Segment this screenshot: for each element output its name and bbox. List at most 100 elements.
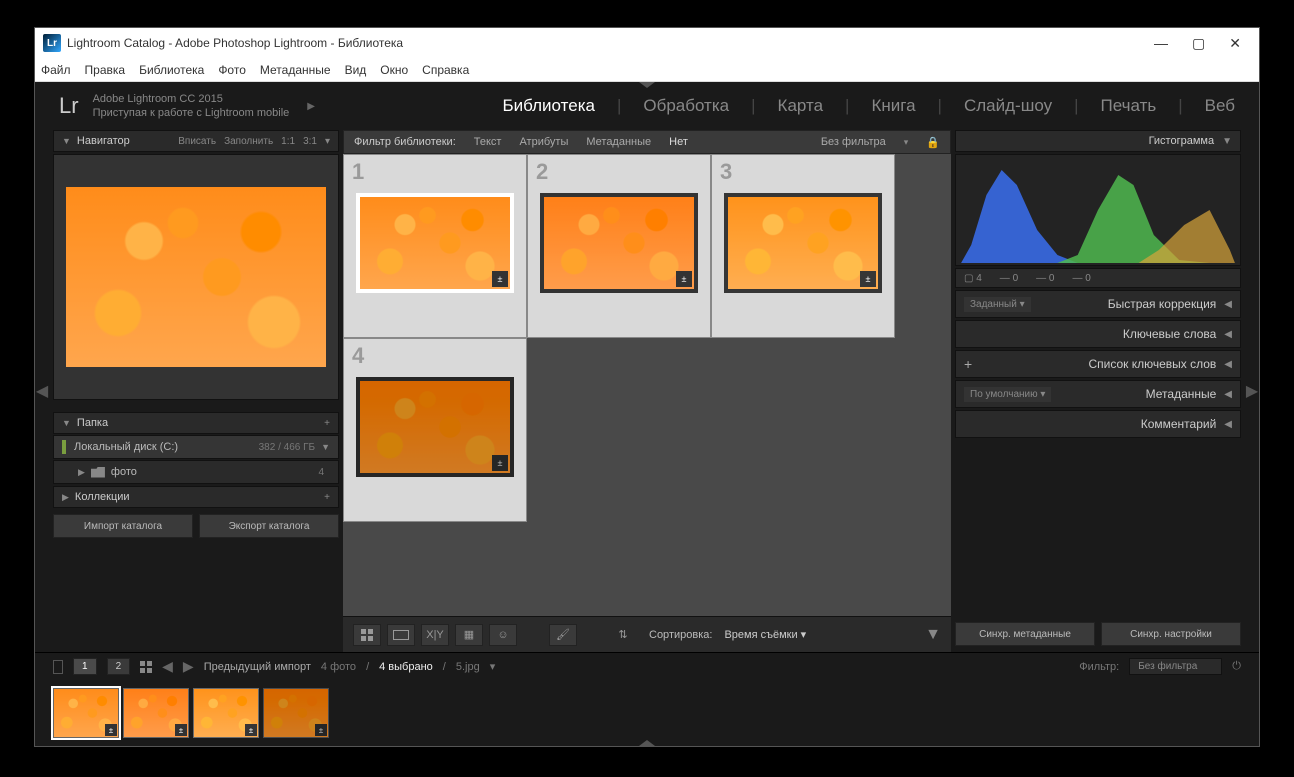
menu-help[interactable]: Справка — [422, 63, 469, 77]
sync-metadata-button[interactable]: Синхр. метаданные — [955, 622, 1095, 646]
thumbnail-image[interactable]: ± — [356, 377, 514, 477]
window-1-button[interactable]: 1 — [73, 658, 97, 675]
develop-badge-icon: ± — [105, 724, 117, 736]
chevron-down-icon[interactable]: ▾ — [904, 137, 909, 148]
prev-arrow-icon[interactable]: ◀ — [162, 658, 173, 675]
cell-index: 2 — [536, 159, 548, 185]
add-folder-icon[interactable]: + — [324, 418, 330, 429]
histogram[interactable] — [955, 154, 1241, 266]
filmstrip-thumb[interactable]: ± — [263, 688, 329, 738]
thumbnail-image[interactable]: ± — [356, 193, 514, 293]
thumbnail-grid[interactable]: 1 ± 2 ± 3 ± 4 ± — [343, 154, 951, 616]
right-panel-toggle-icon[interactable]: ▶ — [1245, 130, 1259, 652]
navigator-header[interactable]: ▼ Навигатор Вписать Заполнить 1:1 3:1 ▾ — [53, 130, 339, 152]
grid-view-button[interactable] — [353, 624, 381, 646]
histogram-stats: ▢ 4 — 0 — 0 — 0 — [955, 268, 1241, 288]
filmstrip-thumb[interactable]: ± — [53, 688, 119, 738]
sort-direction-button[interactable]: ⇅ — [609, 624, 637, 646]
module-book[interactable]: Книга — [871, 92, 915, 120]
filter-none[interactable]: Нет — [669, 136, 688, 148]
filmstrip[interactable]: ± ± ± ± — [35, 680, 1259, 746]
quick-develop-title: Быстрая коррекция — [1108, 297, 1217, 311]
filmstrip-thumb[interactable]: ± — [193, 688, 259, 738]
painter-button[interactable]: 🖌 — [549, 624, 577, 646]
folder-row[interactable]: ▶ фото 4 — [53, 460, 339, 484]
window-2-button[interactable]: 2 — [107, 658, 131, 675]
thumbnail-image[interactable]: ± — [724, 193, 882, 293]
filter-text[interactable]: Текст — [474, 136, 502, 148]
folder-name: фото — [111, 466, 137, 478]
import-catalog-button[interactable]: Импорт каталога — [53, 514, 193, 538]
collapse-icon: ▼ — [62, 136, 71, 146]
quick-preset-dropdown[interactable]: Заданный ▾ — [964, 297, 1031, 312]
second-window-icon[interactable] — [53, 660, 63, 674]
module-map[interactable]: Карта — [778, 92, 824, 120]
play-icon[interactable]: ▶ — [307, 101, 315, 112]
module-library[interactable]: Библиотека — [503, 92, 595, 120]
nav-fit[interactable]: Вписать — [178, 136, 216, 147]
menu-window[interactable]: Окно — [380, 63, 408, 77]
source-label[interactable]: Предыдущий импорт — [204, 661, 311, 673]
metadata-preset-dropdown[interactable]: По умолчанию ▾ — [964, 387, 1051, 402]
expand-icon[interactable]: ▶ — [78, 467, 85, 478]
loupe-view-button[interactable] — [387, 624, 415, 646]
menu-metadata[interactable]: Метаданные — [260, 63, 331, 77]
grid-cell[interactable]: 4 ± — [343, 338, 527, 522]
grid-cell[interactable]: 3 ± — [711, 154, 895, 338]
histogram-header[interactable]: Гистограмма ▼ — [955, 130, 1241, 152]
survey-view-button[interactable]: ▦ — [455, 624, 483, 646]
compare-view-button[interactable]: X|Y — [421, 624, 449, 646]
menu-file[interactable]: Файл — [41, 63, 71, 77]
sync-settings-button[interactable]: Синхр. настройки — [1101, 622, 1241, 646]
navigator-preview[interactable] — [53, 154, 339, 400]
grid-cell[interactable]: 2 ± — [527, 154, 711, 338]
left-panel-toggle-icon[interactable]: ◀ — [35, 130, 49, 652]
menu-edit[interactable]: Правка — [85, 63, 126, 77]
module-develop[interactable]: Обработка — [643, 92, 729, 120]
sort-dropdown[interactable]: Время съёмки ▾ — [724, 628, 806, 641]
close-button[interactable]: ✕ — [1229, 35, 1241, 52]
nav-ratio-menu-icon[interactable]: ▾ — [325, 136, 330, 147]
grid-cell[interactable]: 1 ± — [343, 154, 527, 338]
filter-switch-icon[interactable]: ⏻ — [1232, 660, 1241, 673]
volume-row[interactable]: Локальный диск (C:) 382 / 466 ГБ ▼ — [53, 435, 339, 459]
bottom-panel-toggle-icon[interactable] — [639, 740, 655, 746]
quick-develop-header[interactable]: Заданный ▾ Быстрая коррекция ◀ — [955, 290, 1241, 318]
keyword-list-header[interactable]: + Список ключевых слов ◀ — [955, 350, 1241, 378]
minimize-button[interactable]: — — [1154, 35, 1168, 52]
filter-metadata[interactable]: Метаданные — [586, 136, 651, 148]
module-slideshow[interactable]: Слайд-шоу — [964, 92, 1052, 120]
filter-attributes[interactable]: Атрибуты — [519, 136, 568, 148]
menu-library[interactable]: Библиотека — [139, 63, 204, 77]
chevron-down-icon[interactable]: ▼ — [321, 442, 330, 452]
nav-fill[interactable]: Заполнить — [224, 136, 273, 147]
metadata-header[interactable]: По умолчанию ▾ Метаданные ◀ — [955, 380, 1241, 408]
folders-header[interactable]: ▼ Папка + — [53, 412, 339, 434]
develop-badge-icon: ± — [492, 455, 508, 471]
collections-header[interactable]: ▶ Коллекции + — [53, 486, 339, 508]
nav-1to1[interactable]: 1:1 — [281, 136, 295, 147]
nav-3to1[interactable]: 3:1 — [303, 136, 317, 147]
filmstrip-filter-dropdown[interactable]: Без фильтра — [1129, 658, 1222, 675]
export-catalog-button[interactable]: Экспорт каталога — [199, 514, 339, 538]
thumbnail-image[interactable]: ± — [540, 193, 698, 293]
module-web[interactable]: Веб — [1205, 92, 1235, 120]
collapse-icon: ◀ — [1224, 329, 1232, 340]
keywords-header[interactable]: Ключевые слова ◀ — [955, 320, 1241, 348]
add-collection-icon[interactable]: + — [324, 492, 330, 503]
menu-view[interactable]: Вид — [345, 63, 367, 77]
filter-preset[interactable]: Без фильтра — [821, 136, 886, 148]
menu-photo[interactable]: Фото — [218, 63, 246, 77]
jump-grid-icon[interactable] — [140, 661, 152, 673]
people-view-button[interactable]: ☺ — [489, 624, 517, 646]
toolbar-menu-icon[interactable]: ▼ — [925, 626, 941, 644]
chevron-down-icon[interactable]: ▾ — [490, 660, 496, 673]
module-print[interactable]: Печать — [1101, 92, 1157, 120]
add-keyword-icon[interactable]: + — [964, 356, 972, 372]
filmstrip-thumb[interactable]: ± — [123, 688, 189, 738]
comments-header[interactable]: Комментарий ◀ — [955, 410, 1241, 438]
lock-icon[interactable]: 🔒 — [926, 136, 940, 149]
top-panel-toggle-icon[interactable] — [639, 82, 655, 88]
maximize-button[interactable]: ▢ — [1192, 35, 1205, 52]
next-arrow-icon[interactable]: ▶ — [183, 658, 194, 675]
